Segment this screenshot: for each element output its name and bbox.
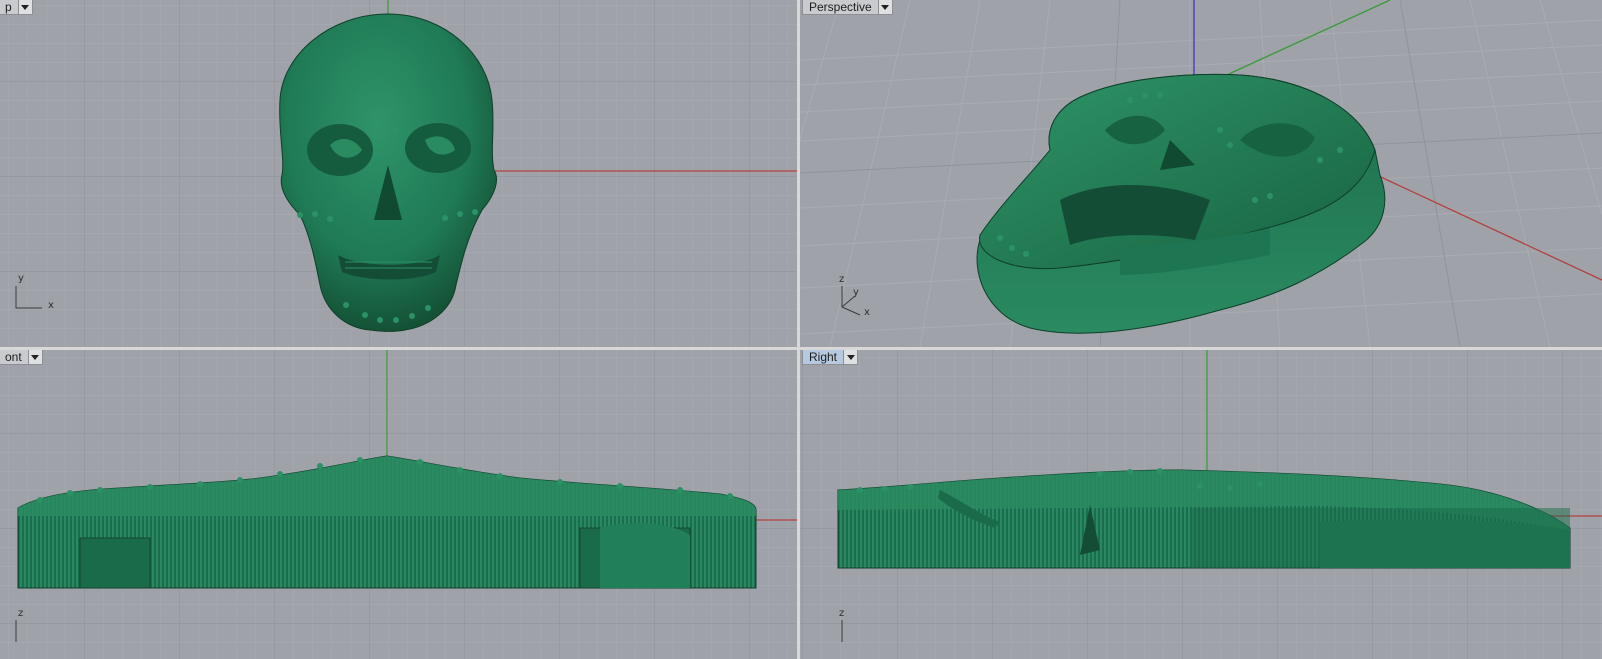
axis-label-y: y bbox=[18, 273, 24, 284]
viewport-title-text: Perspective bbox=[809, 0, 872, 14]
viewport-title-top[interactable]: p bbox=[0, 0, 33, 15]
viewport-perspective[interactable]: Perspective z y x bbox=[800, 0, 1602, 347]
viewport-title-perspective[interactable]: Perspective bbox=[802, 0, 893, 15]
viewport-title-front[interactable]: ont bbox=[0, 350, 43, 365]
chevron-down-icon[interactable] bbox=[877, 0, 892, 14]
axis-label-x: x bbox=[48, 300, 54, 311]
right-viewport-canvas[interactable] bbox=[800, 350, 1602, 659]
axis-label-x: x bbox=[864, 307, 870, 318]
chevron-down-icon[interactable] bbox=[843, 350, 858, 364]
chevron-down-icon[interactable] bbox=[17, 0, 32, 14]
viewport-title-text: p bbox=[5, 0, 12, 14]
viewport-front[interactable]: ont z bbox=[0, 350, 797, 659]
viewport-layout: p y x Perspective z y x ont z Right z bbox=[0, 0, 1602, 659]
axis-label-z: z bbox=[839, 608, 845, 619]
axis-label-z: z bbox=[18, 608, 24, 619]
chevron-down-icon[interactable] bbox=[27, 350, 42, 364]
viewport-title-text: Right bbox=[809, 350, 838, 364]
perspective-viewport-canvas[interactable] bbox=[800, 0, 1602, 347]
axis-label-y: y bbox=[853, 287, 859, 298]
viewport-title-right[interactable]: Right bbox=[802, 350, 859, 365]
viewport-top[interactable]: p y x bbox=[0, 0, 797, 347]
viewport-right[interactable]: Right z bbox=[800, 350, 1602, 659]
top-viewport-canvas[interactable] bbox=[0, 0, 797, 347]
viewport-title-text: ont bbox=[5, 350, 22, 364]
front-viewport-canvas[interactable] bbox=[0, 350, 797, 659]
axis-label-z: z bbox=[839, 274, 845, 285]
